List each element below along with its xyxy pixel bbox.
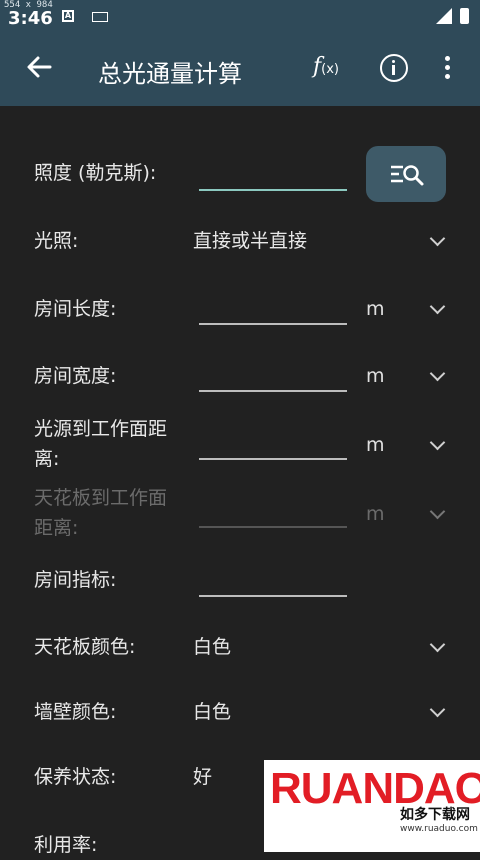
utilization-label: 利用率: bbox=[34, 834, 98, 856]
formula-label: f bbox=[313, 54, 322, 79]
maintenance-value: 好 bbox=[193, 766, 213, 788]
ceiling-to-work-input bbox=[199, 526, 347, 528]
chevron-down-icon[interactable] bbox=[429, 298, 446, 315]
chevron-down-icon[interactable] bbox=[429, 230, 446, 247]
room-length-input[interactable] bbox=[199, 323, 347, 325]
room-width-label: 房间宽度: bbox=[34, 365, 117, 387]
page-title: 总光通量计算 bbox=[98, 60, 242, 88]
chevron-down-icon[interactable] bbox=[429, 701, 446, 718]
room-width-input[interactable] bbox=[199, 390, 347, 392]
more-vert-icon[interactable] bbox=[445, 56, 451, 82]
room-length-label: 房间长度: bbox=[34, 298, 117, 320]
wall-color-value: 白色 bbox=[193, 701, 232, 723]
notification-icon: A bbox=[62, 10, 74, 22]
light-to-work-input[interactable] bbox=[199, 458, 347, 460]
list-search-icon bbox=[391, 165, 424, 186]
arrow-back-icon[interactable] bbox=[24, 52, 54, 82]
ceiling-to-work-label-2: 距离: bbox=[34, 517, 79, 539]
app-bar: 总光通量计算 f(x) bbox=[0, 34, 480, 106]
chevron-down-icon bbox=[429, 503, 446, 520]
keyboard-icon bbox=[92, 12, 108, 22]
ceiling-color-value: 白色 bbox=[193, 636, 232, 658]
status-time: 3:46 bbox=[8, 8, 53, 29]
chevron-down-icon[interactable] bbox=[429, 434, 446, 451]
room-width-unit: m bbox=[366, 365, 385, 387]
watermark-url: www.ruaduo.com bbox=[400, 824, 478, 834]
light-to-work-label-2: 离: bbox=[34, 448, 60, 470]
room-length-unit: m bbox=[366, 298, 385, 320]
maintenance-label: 保养状态: bbox=[34, 766, 117, 788]
battery-icon bbox=[460, 8, 469, 24]
signal-icon bbox=[436, 8, 452, 24]
lighting-value: 直接或半直接 bbox=[193, 230, 308, 252]
status-bar: 554 x 984 3:46 A bbox=[0, 0, 480, 34]
room-index-output bbox=[199, 595, 347, 597]
lookup-button[interactable] bbox=[366, 146, 446, 202]
ceiling-to-work-unit: m bbox=[366, 503, 385, 525]
chevron-down-icon[interactable] bbox=[429, 636, 446, 653]
ceiling-color-label: 天花板颜色: bbox=[34, 636, 136, 658]
illuminance-label: 照度 (勒克斯): bbox=[34, 162, 157, 184]
formula-button[interactable]: f(x) bbox=[313, 54, 339, 79]
lighting-label: 光照: bbox=[34, 230, 79, 252]
formula-sub: (x) bbox=[321, 62, 339, 77]
light-to-work-label-1: 光源到工作面距 bbox=[34, 418, 168, 440]
watermark-sub: 如多下载网 bbox=[400, 807, 470, 823]
chevron-down-icon[interactable] bbox=[429, 365, 446, 382]
watermark-logo: RUANDAO 如多下载网 www.ruaduo.com bbox=[264, 760, 480, 852]
wall-color-label: 墙壁颜色: bbox=[34, 701, 117, 723]
ceiling-to-work-label-1: 天花板到工作面 bbox=[34, 487, 168, 509]
illuminance-input[interactable] bbox=[199, 189, 347, 191]
room-index-label: 房间指标: bbox=[34, 569, 117, 591]
info-icon[interactable] bbox=[380, 54, 408, 82]
light-to-work-unit: m bbox=[366, 434, 385, 456]
